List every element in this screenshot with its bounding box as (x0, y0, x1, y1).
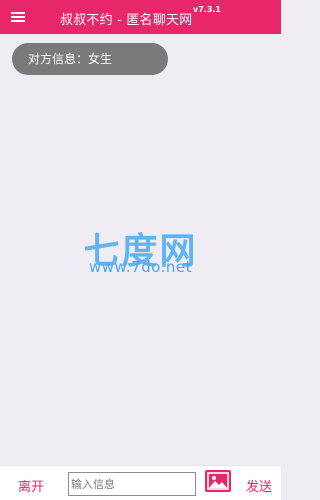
top-bar: 叔叔不约 - 匿名聊天网 v7.3.1 (0, 0, 281, 34)
send-button[interactable]: 发送 (246, 476, 272, 495)
bottom-bar: 离开 发送 (0, 465, 281, 500)
image-icon (207, 472, 229, 490)
page-title: 叔叔不约 - 匿名聊天网 (60, 13, 193, 28)
watermark-url: www.7do.net (88, 258, 193, 276)
message-text: 对方信息：女生 (28, 52, 113, 66)
menu-icon[interactable] (11, 12, 25, 22)
message-input[interactable] (68, 472, 196, 496)
image-button[interactable] (205, 470, 231, 492)
version-label: v7.3.1 (193, 5, 221, 14)
leave-button[interactable]: 离开 (18, 476, 44, 495)
system-message-bubble: 对方信息：女生 (12, 43, 168, 75)
